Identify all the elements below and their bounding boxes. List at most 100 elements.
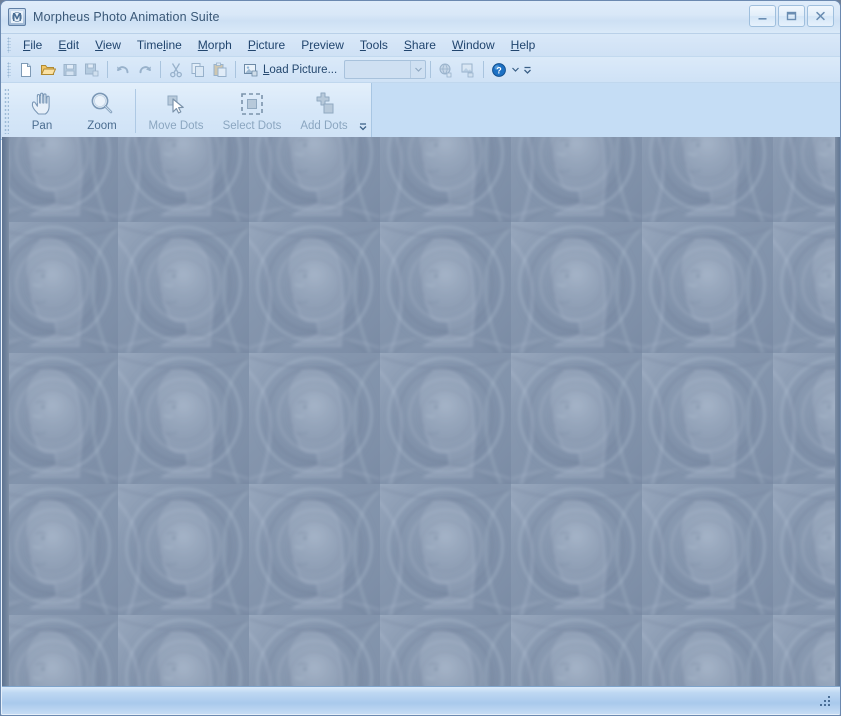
canvas-pattern-tile — [511, 353, 642, 484]
canvas-pattern-tile — [380, 484, 511, 615]
maximize-button[interactable] — [778, 5, 805, 27]
canvas-pattern-tile — [642, 615, 773, 687]
paste-icon[interactable] — [209, 59, 231, 80]
title-bar[interactable]: Morpheus Photo Animation Suite — [1, 1, 840, 34]
canvas-pattern-tile — [249, 615, 380, 687]
canvas-pattern-tile — [118, 484, 249, 615]
canvas-pattern-tile — [118, 222, 249, 353]
minimize-button[interactable] — [749, 5, 776, 27]
redo-icon[interactable] — [134, 59, 156, 80]
canvas-pattern-tile — [249, 484, 380, 615]
tool-button-select-dots[interactable]: Select Dots — [213, 83, 291, 139]
window-title: Morpheus Photo Animation Suite — [33, 10, 220, 24]
toolbar-separator-4 — [430, 61, 432, 78]
window-controls — [749, 5, 834, 27]
canvas-pattern-tile — [773, 353, 835, 484]
menu-bar: File Edit View Timeline Morph Picture Pr… — [1, 34, 840, 57]
chevron-down-icon[interactable] — [410, 61, 425, 78]
standard-toolbar: Load Picture... ? — [1, 57, 840, 83]
help-dropdown-arrow[interactable] — [510, 59, 520, 80]
load-picture-label[interactable]: Load Picture... — [263, 64, 337, 76]
canvas-pattern-tile — [249, 137, 380, 222]
tools-ribbon: Pan Zoom Move Dots Select Dots Add Dots — [1, 83, 840, 140]
canvas-pattern-tile — [380, 353, 511, 484]
menu-item-help[interactable]: Help — [503, 36, 544, 55]
undo-icon[interactable] — [112, 59, 134, 80]
resize-grip[interactable] — [818, 694, 832, 708]
canvas-pattern-tile — [380, 137, 511, 222]
magnifier-icon — [87, 88, 117, 120]
tool-label-zoom: Zoom — [87, 120, 117, 132]
canvas-pattern-tile — [511, 484, 642, 615]
canvas-pattern-tile — [511, 615, 642, 687]
status-bar — [2, 686, 840, 714]
new-icon[interactable] — [15, 59, 37, 80]
morph-workspace-canvas[interactable] — [9, 137, 835, 687]
tool-label-move-dots: Move Dots — [148, 120, 204, 132]
close-button[interactable] — [807, 5, 834, 27]
toolbar-separator-5 — [483, 61, 485, 78]
open-icon[interactable] — [37, 59, 59, 80]
menu-item-share[interactable]: Share — [396, 36, 444, 55]
ribbon-overflow-chevron[interactable] — [357, 83, 369, 139]
move-dots-icon — [161, 88, 191, 120]
canvas-pattern-tile — [773, 222, 835, 353]
menu-item-picture[interactable]: Picture — [240, 36, 293, 55]
export-image-icon[interactable] — [457, 59, 479, 80]
canvas-pattern-layer — [9, 137, 835, 687]
hand-icon — [27, 88, 57, 120]
menu-item-file[interactable]: File — [15, 36, 50, 55]
help-icon[interactable]: ? — [488, 59, 510, 80]
tool-label-pan: Pan — [31, 120, 53, 132]
menu-item-window[interactable]: Window — [444, 36, 503, 55]
add-dots-icon — [309, 88, 339, 120]
save-as-icon[interactable] — [81, 59, 103, 80]
canvas-pattern-tile — [9, 484, 118, 615]
menu-item-tools[interactable]: Tools — [352, 36, 396, 55]
canvas-pattern-tile — [511, 137, 642, 222]
menu-bar-grip[interactable] — [7, 37, 11, 53]
tool-button-add-dots[interactable]: Add Dots — [291, 83, 357, 139]
menu-item-timeline[interactable]: Timeline — [129, 36, 190, 55]
menu-item-preview[interactable]: Preview — [293, 36, 352, 55]
cut-icon[interactable] — [165, 59, 187, 80]
tool-button-move-dots[interactable]: Move Dots — [139, 83, 213, 139]
canvas-pattern-tile — [118, 353, 249, 484]
canvas-right-edge — [835, 137, 840, 687]
canvas-pattern-tile — [642, 137, 773, 222]
tools-ribbon-group: Pan Zoom Move Dots Select Dots Add Dots — [1, 83, 372, 139]
menu-item-morph[interactable]: Morph — [190, 36, 240, 55]
canvas-pattern-tile — [249, 222, 380, 353]
toolbar-overflow-chevron[interactable] — [522, 59, 533, 80]
ribbon-separator-1 — [135, 89, 136, 133]
canvas-pattern-tile — [773, 484, 835, 615]
picture-combo[interactable] — [344, 60, 427, 79]
canvas-pattern-tile — [9, 615, 118, 687]
ribbon-grip[interactable] — [4, 88, 9, 134]
toolbar-separator-3 — [235, 61, 236, 78]
canvas-pattern-tile — [642, 353, 773, 484]
menu-item-view[interactable]: View — [87, 36, 129, 55]
load-picture-icon[interactable] — [240, 59, 262, 80]
canvas-left-edge — [2, 137, 9, 687]
copy-icon[interactable] — [187, 59, 209, 80]
tool-label-select-dots: Select Dots — [222, 120, 282, 132]
application-window: Morpheus Photo Animation Suite File Edit… — [0, 0, 841, 716]
morpheus-app-icon — [8, 8, 26, 26]
svg-text:?: ? — [496, 65, 502, 75]
save-icon[interactable] — [59, 59, 81, 80]
tool-button-pan[interactable]: Pan — [12, 83, 72, 139]
toolbar-separator-1 — [107, 61, 108, 78]
tool-button-zoom[interactable]: Zoom — [72, 83, 132, 139]
canvas-pattern-tile — [380, 222, 511, 353]
toolbar-grip[interactable] — [7, 61, 11, 78]
canvas-pattern-tile — [118, 137, 249, 222]
share-web-icon[interactable] — [435, 59, 457, 80]
canvas-pattern-tile — [511, 222, 642, 353]
canvas-pattern-tile — [642, 222, 773, 353]
canvas-pattern-tile — [642, 484, 773, 615]
menu-item-edit[interactable]: Edit — [50, 36, 87, 55]
toolbar-separator-2 — [160, 61, 161, 78]
canvas-pattern-tile — [9, 137, 118, 222]
workspace-area[interactable] — [2, 137, 840, 687]
